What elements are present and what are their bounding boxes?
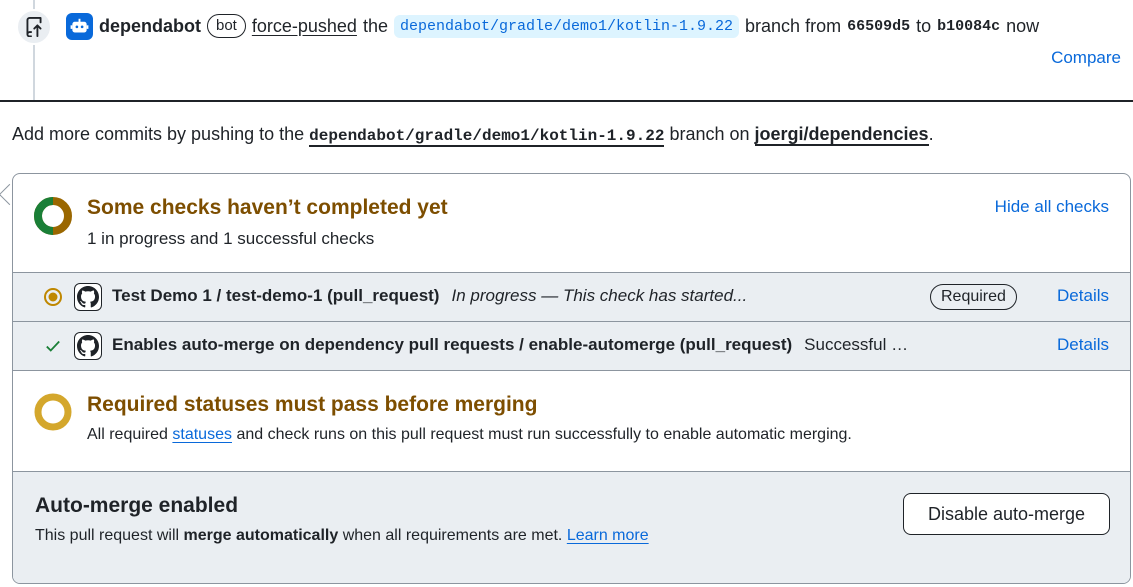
in-progress-icon [43,287,63,307]
timeline-divider [0,100,1133,102]
hint-suffix: . [928,124,934,144]
event-text-branch: branch from [745,15,842,36]
to-sha-link[interactable]: b10084c [937,18,1000,35]
auto-merge-text: This pull request will merge automatical… [35,527,649,545]
github-logo-icon [74,283,102,311]
check-name: Test Demo 1 / test-demo-1 (pull_request)… [112,286,747,306]
branch-chip[interactable]: dependabot/gradle/demo1/kotlin-1.9.22 [393,14,740,38]
check-row: Enables auto-merge on dependency pull re… [13,321,1130,370]
auto-merge-text-bold: merge automatically [183,527,339,544]
checks-status-icon [34,197,72,235]
check-icon [43,336,63,356]
from-sha-link[interactable]: 66509d5 [847,18,910,35]
statuses-link[interactable]: statuses [172,426,232,443]
event-time[interactable]: now [1006,16,1039,37]
check-name-text: Enables auto-merge on dependency pull re… [112,335,793,354]
bot-badge: bot [207,14,246,38]
compare-link[interactable]: Compare [1051,48,1121,68]
check-status-text: In progress — This check has started... [451,286,748,305]
hide-all-checks-button[interactable]: Hide all checks [995,197,1109,217]
required-text-before: All required [87,426,168,443]
dependabot-avatar-icon[interactable] [66,12,93,40]
actor-link[interactable]: dependabot [99,16,201,37]
repo-push-icon [16,9,52,45]
event-text-the: the [362,15,388,36]
required-text: All required statuses and check runs on … [87,426,852,444]
event-text-to: to [916,15,932,36]
required-statuses-section: Required statuses must pass before mergi… [13,370,1130,471]
checks-title: Some checks haven’t completed yet [87,196,448,219]
auto-merge-text-after: when all requirements are met. [342,527,563,544]
hint-prefix: Add more commits by pushing to the [12,124,305,144]
check-name: Enables auto-merge on dependency pull re… [112,335,908,355]
hint-repo-link[interactable]: joergi/dependencies [754,124,929,146]
disable-auto-merge-button[interactable]: Disable auto-merge [903,493,1110,535]
hint-middle: branch on [669,124,750,144]
details-link[interactable]: Details [1057,335,1109,355]
hint-branch[interactable]: dependabot/gradle/demo1/kotlin-1.9.22 [309,127,665,147]
github-logo-icon [74,332,102,360]
merge-box: Some checks haven’t completed yet 1 in p… [12,173,1131,584]
check-name-text: Test Demo 1 / test-demo-1 (pull_request) [112,286,440,305]
details-link[interactable]: Details [1057,286,1109,306]
required-badge: Required [930,284,1017,310]
checks-subtitle: 1 in progress and 1 successful checks [87,229,375,248]
auto-merge-title: Auto-merge enabled [35,494,239,517]
force-pushed-link[interactable]: force-pushed [252,16,357,37]
auto-merge-section: Auto-merge enabled This pull request wil… [13,471,1130,583]
required-text-after: and check runs on this pull request must… [236,426,852,443]
learn-more-link[interactable]: Learn more [567,527,649,544]
push-hint: Add more commits by pushing to the depen… [12,124,934,147]
timeline-event: dependabot bot force-pushed the dependab… [66,12,1039,40]
check-status-text: Successful … [804,335,909,354]
check-row: Test Demo 1 / test-demo-1 (pull_request)… [13,272,1130,321]
required-title: Required statuses must pass before mergi… [87,393,538,416]
auto-merge-text-before: This pull request will [35,527,180,544]
checks-header: Some checks haven’t completed yet 1 in p… [13,174,1130,272]
pending-status-icon [34,393,72,431]
